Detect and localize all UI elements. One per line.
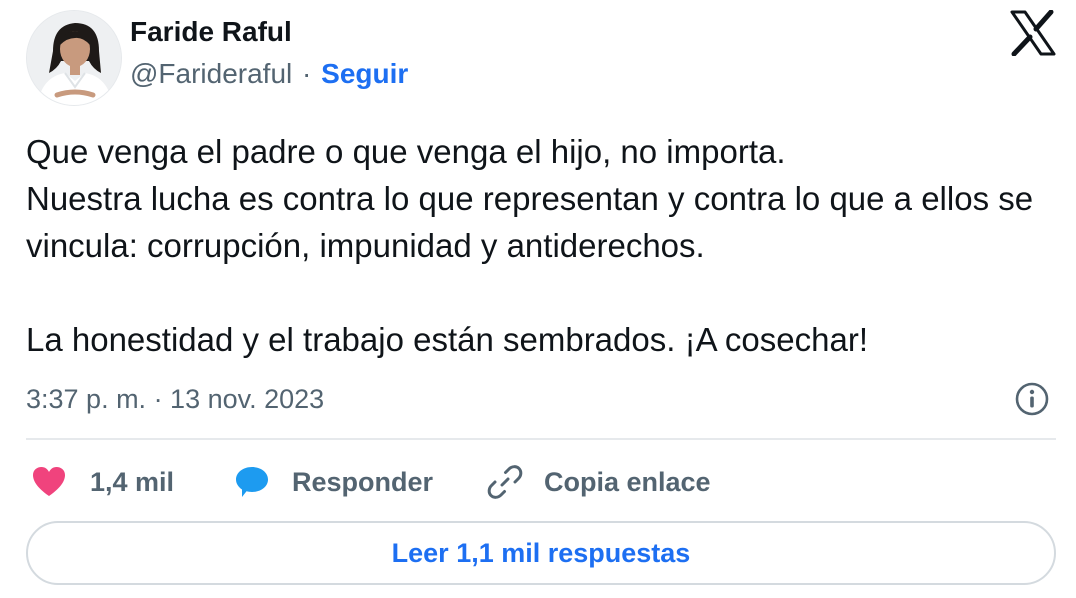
read-replies-button[interactable]: Leer 1,1 mil respuestas: [26, 521, 1056, 585]
divider: [26, 438, 1056, 440]
x-logo-icon[interactable]: [1010, 9, 1056, 57]
author-meta: @Farideraful · Seguir: [130, 58, 408, 90]
profile-photo-icon: [27, 11, 121, 105]
read-replies-label: Leer 1,1 mil respuestas: [391, 537, 691, 568]
author-name[interactable]: Faride Raful: [130, 16, 292, 48]
copy-link-button[interactable]: Copia enlace: [486, 458, 711, 506]
avatar[interactable]: [26, 10, 122, 106]
like-button[interactable]: 1,4 mil: [32, 458, 174, 506]
heart-icon: [33, 467, 65, 496]
action-bar: 1,4 mil Responder Copia enlace: [26, 458, 1056, 506]
speech-bubble-icon: [236, 467, 268, 497]
tweet-header: Faride Raful @Farideraful · Seguir: [26, 9, 1056, 106]
tweet-timestamp[interactable]: 3:37 p. m. · 13 nov. 2023: [26, 384, 324, 415]
like-count: 1,4 mil: [90, 466, 175, 497]
copy-link-label: Copia enlace: [544, 466, 711, 497]
separator-dot: ·: [302, 58, 312, 89]
follow-button[interactable]: Seguir: [321, 58, 408, 89]
info-icon[interactable]: [1014, 381, 1050, 417]
link-icon: [487, 465, 523, 499]
reply-label: Responder: [292, 466, 434, 497]
reply-button[interactable]: Responder: [234, 458, 433, 506]
tweet-text: Que venga el padre o que venga el hijo, …: [26, 133, 1034, 358]
author-handle[interactable]: @Farideraful: [130, 58, 292, 89]
